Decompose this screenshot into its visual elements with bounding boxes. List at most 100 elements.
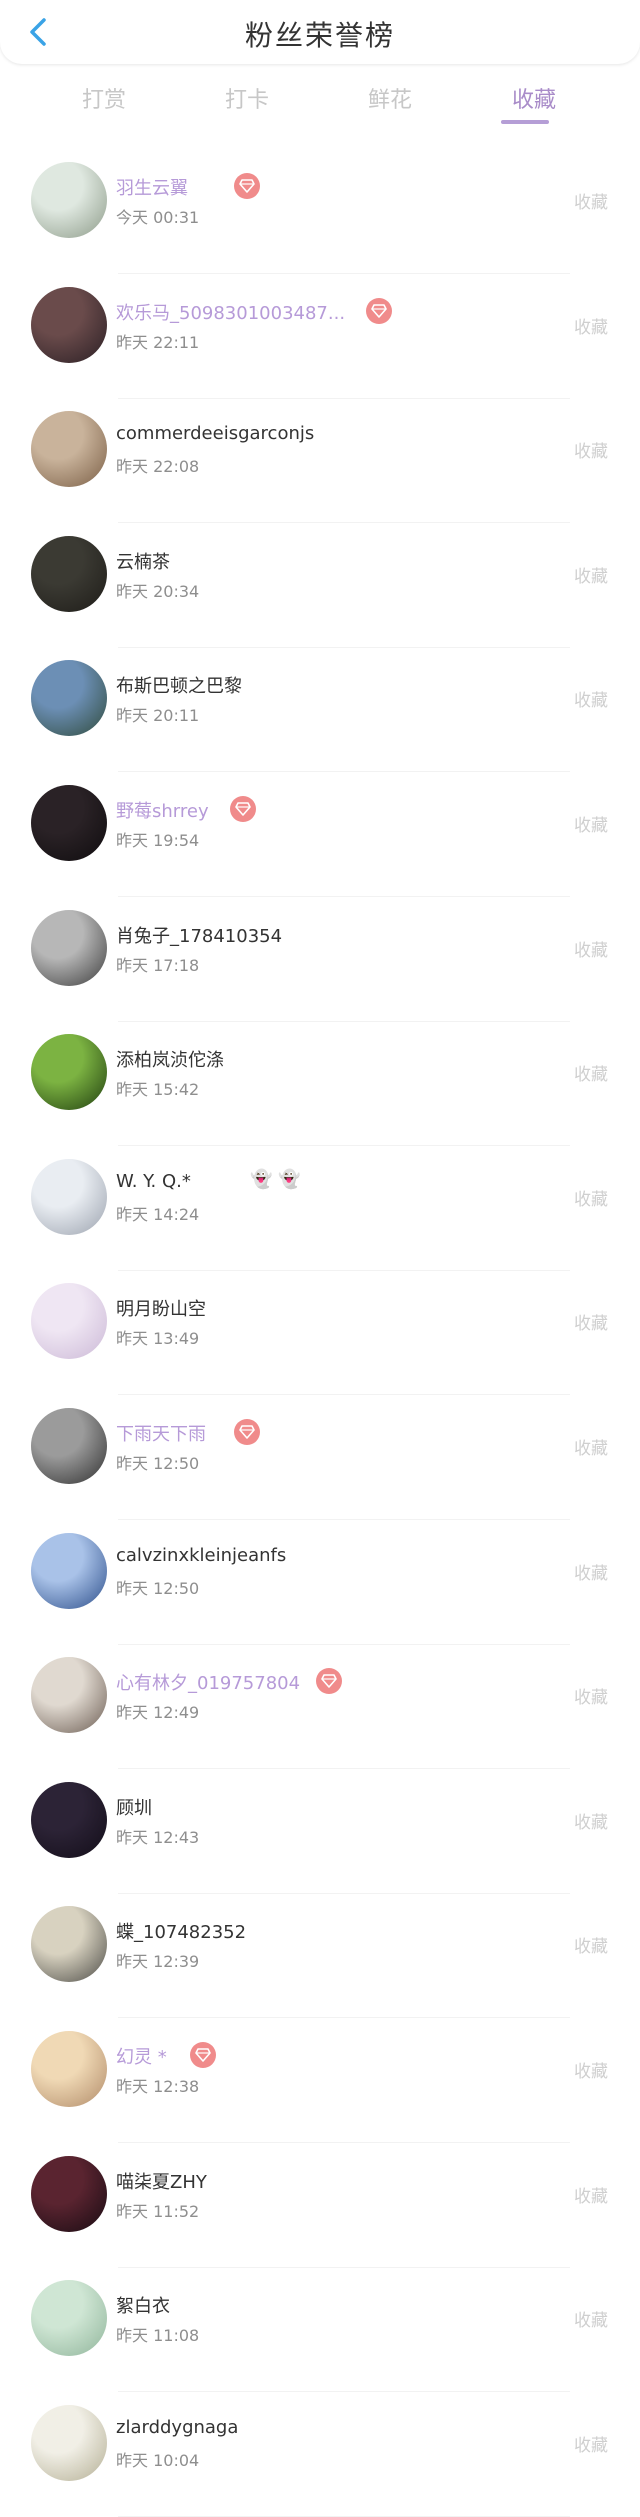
timestamp: 今天 00:31 [116,208,200,227]
collect-label[interactable]: 收藏 [574,811,608,836]
diamond-badge-icon [234,1419,260,1445]
fan-row[interactable]: 蝶_107482352 昨天 12:39 收藏 [0,1894,640,2019]
collect-label[interactable]: 收藏 [574,1060,608,1085]
fan-name[interactable]: W. Y. Q.* [116,1171,191,1192]
collect-label[interactable]: 收藏 [574,562,608,587]
timestamp: 昨天 12:43 [116,1827,200,1847]
avatar[interactable] [31,1408,107,1484]
collect-label[interactable]: 收藏 [574,1932,608,1957]
collect-label[interactable]: 收藏 [574,313,608,338]
fan-row[interactable]: 添柏岚浈佗涤昨天 15:42 收藏 [0,1022,640,1147]
collect-label[interactable]: 收藏 [574,936,608,961]
fan-row[interactable]: 顾圳昨天 12:43 收藏 [0,1770,640,1894]
collect-label[interactable]: 收藏 [574,1309,608,1334]
fan-name[interactable]: 肖兔子_178410354 [116,922,282,948]
avatar[interactable] [31,660,107,737]
collect-label[interactable]: 收藏 [574,2431,608,2456]
fan-name[interactable]: 顾圳 [116,1794,152,1820]
fan-row[interactable]: 肖兔子_178410354 昨天 17:18 收藏 [0,898,640,1022]
avatar[interactable] [31,909,107,986]
fan-name[interactable]: zlarddygnaga [116,2417,238,2438]
avatar[interactable] [31,2280,107,2357]
timestamp: 昨天 14:24 [116,1204,200,1224]
collect-label[interactable]: 收藏 [574,1808,608,1833]
avatar[interactable] [31,1657,107,1734]
collect-label[interactable]: 收藏 [574,2306,608,2331]
collect-label[interactable]: 收藏 [574,437,608,462]
fan-row[interactable]: zlarddygnaga 昨天 10:04 收藏 [0,2393,640,2517]
fan-name[interactable]: 羽生云翼 [116,174,188,200]
timestamp: 昨天 12:50 [116,1578,200,1598]
collect-label[interactable]: 收藏 [574,188,608,213]
tab-collect[interactable]: 收藏 [474,82,594,124]
fan-name[interactable]: 布斯巴顿之巴黎 [116,672,242,698]
avatar[interactable] [31,411,107,488]
tab-flowers[interactable]: 鲜花 [330,82,450,114]
fan-name[interactable]: 幻灵 * [116,2043,167,2069]
avatar[interactable] [31,2031,107,2107]
avatar[interactable] [31,1781,107,1858]
avatar[interactable] [31,535,107,612]
fan-name[interactable]: 添柏岚浈佗涤 [116,1046,224,1072]
timestamp: 昨天 20:11 [116,706,200,726]
collect-label[interactable]: 收藏 [574,1434,608,1459]
fan-row[interactable]: 幻灵 * 昨天 12:38 收藏 [0,2019,640,2143]
avatar[interactable] [31,1158,107,1235]
avatar[interactable] [31,1283,107,1360]
fan-row[interactable]: W. Y. Q.* 👻 👻 昨天 14:24 收藏 [0,1147,640,1271]
top-bar: 粉丝荣誉榜 [0,0,640,64]
fan-row[interactable]: 羽生云翼今天 00:31 收藏 [0,150,640,274]
fan-name[interactable]: 喵柒夏ZHY [116,2168,207,2194]
fan-name[interactable]: 欢乐马_5098301003487... [116,299,345,325]
avatar[interactable] [31,162,107,238]
collect-label[interactable]: 收藏 [574,1559,608,1584]
ghost-emoji: 👻 👻 [250,1168,301,1190]
timestamp: 昨天 11:08 [116,2326,200,2346]
fan-row[interactable]: 布斯巴顿之巴黎昨天 20:11 收藏 [0,648,640,773]
fan-row[interactable]: 絮白衣昨天 11:08 收藏 [0,2268,640,2393]
avatar[interactable] [31,785,107,861]
timestamp: 昨天 22:08 [116,457,200,477]
tab-label: 打赏 [81,88,126,113]
fan-row[interactable]: 野莓shrrey 昨天 19:54 收藏 [0,773,640,897]
fan-name[interactable]: 蝶_107482352 [116,1918,246,1944]
fan-name[interactable]: calvzinxkleinjeanfs [116,1545,286,1566]
fan-row[interactable]: 喵柒夏ZHY 昨天 11:52 收藏 [0,2144,640,2268]
tab-label: 收藏 [511,88,556,113]
fan-name[interactable]: 明月盼山空 [116,1295,206,1321]
fan-name[interactable]: 下雨天下雨 [116,1420,206,1446]
fan-name[interactable]: 絮白衣 [116,2292,170,2318]
avatar[interactable] [31,2404,107,2481]
fan-name[interactable]: 野莓shrrey [116,797,209,823]
fan-row[interactable]: 下雨天下雨昨天 12:50 收藏 [0,1396,640,1520]
fan-name[interactable]: 云楠茶 [116,548,170,574]
timestamp: 昨天 19:54 [116,831,200,850]
collect-label[interactable]: 收藏 [574,2182,608,2207]
collect-label[interactable]: 收藏 [574,1683,608,1708]
collect-label[interactable]: 收藏 [574,2057,608,2082]
avatar[interactable] [31,1906,107,1983]
fan-row[interactable]: 明月盼山空 昨天 13:49 收藏 [0,1271,640,1396]
avatar[interactable] [31,1532,107,1609]
timestamp: 昨天 15:42 [116,1080,200,1100]
fan-row[interactable]: 云楠茶昨天 20:34 收藏 [0,524,640,648]
fan-name[interactable]: 心有林夕_019757804 [116,1669,300,1695]
fan-name[interactable]: commerdeeisgarconjs [116,423,314,444]
diamond-badge-icon [234,173,260,199]
tab-reward[interactable]: 打赏 [44,82,164,114]
fan-row[interactable]: 欢乐马_5098301003487... 昨天 22:11 收藏 [0,275,640,399]
collect-label[interactable]: 收藏 [574,686,608,711]
fan-row[interactable]: commerdeeisgarconjs 昨天 22:08 收藏 [0,399,640,524]
timestamp: 昨天 20:34 [116,581,200,601]
fan-row[interactable]: calvzinxkleinjeanfs 昨天 12:50 收藏 [0,1521,640,1645]
tab-checkin[interactable]: 打卡 [187,82,307,114]
fan-row[interactable]: 心有林夕_019757804 昨天 12:49 收藏 [0,1645,640,1770]
active-tab-indicator [501,120,549,124]
avatar[interactable] [31,286,107,363]
tab-label: 鲜花 [367,88,412,113]
collect-label[interactable]: 收藏 [574,1185,608,1210]
timestamp: 昨天 12:50 [116,1454,200,1473]
avatar[interactable] [31,1034,107,1111]
page-title: 粉丝荣誉榜 [244,19,395,52]
avatar[interactable] [31,2155,107,2232]
